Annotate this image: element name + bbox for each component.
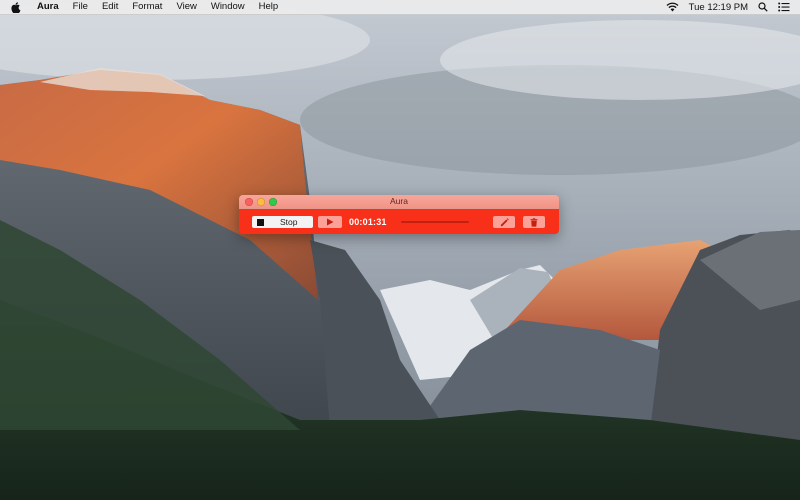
menu-help[interactable]: Help xyxy=(252,0,286,14)
menu-bar: Aura File Edit Format View Window Help T… xyxy=(0,0,800,15)
stop-square-icon xyxy=(257,218,264,226)
playback-progress-track[interactable] xyxy=(401,221,469,223)
menu-bar-status-area: Tue 12:19 PM xyxy=(666,0,800,14)
spotlight-search-icon[interactable] xyxy=(758,2,768,12)
stop-button[interactable]: Stop xyxy=(252,216,313,228)
delete-button[interactable] xyxy=(523,216,545,228)
aura-window: Aura Stop 00:01:31 xyxy=(239,195,559,234)
trash-icon xyxy=(530,217,538,227)
menu-file[interactable]: File xyxy=(66,0,95,14)
window-titlebar[interactable]: Aura xyxy=(239,195,559,209)
window-title: Aura xyxy=(390,196,408,206)
menu-format[interactable]: Format xyxy=(125,0,169,14)
recorder-toolbar: Stop 00:01:31 xyxy=(239,209,559,234)
desktop-wallpaper xyxy=(0,0,800,500)
edit-button[interactable] xyxy=(493,216,515,228)
stop-button-label: Stop xyxy=(280,217,298,227)
menu-bar-clock[interactable]: Tue 12:19 PM xyxy=(689,2,748,13)
menu-window[interactable]: Window xyxy=(204,0,252,14)
wifi-icon[interactable] xyxy=(666,2,679,12)
apple-icon[interactable] xyxy=(10,1,22,13)
pencil-icon xyxy=(500,217,509,226)
menu-edit[interactable]: Edit xyxy=(95,0,125,14)
play-button[interactable] xyxy=(318,216,342,228)
notification-center-icon[interactable] xyxy=(778,2,790,12)
menu-view[interactable]: View xyxy=(169,0,203,14)
play-icon xyxy=(327,218,334,226)
elapsed-time: 00:01:31 xyxy=(349,217,387,227)
wallpaper-mountain-scene xyxy=(0,0,800,500)
menu-app-name[interactable]: Aura xyxy=(30,0,66,14)
